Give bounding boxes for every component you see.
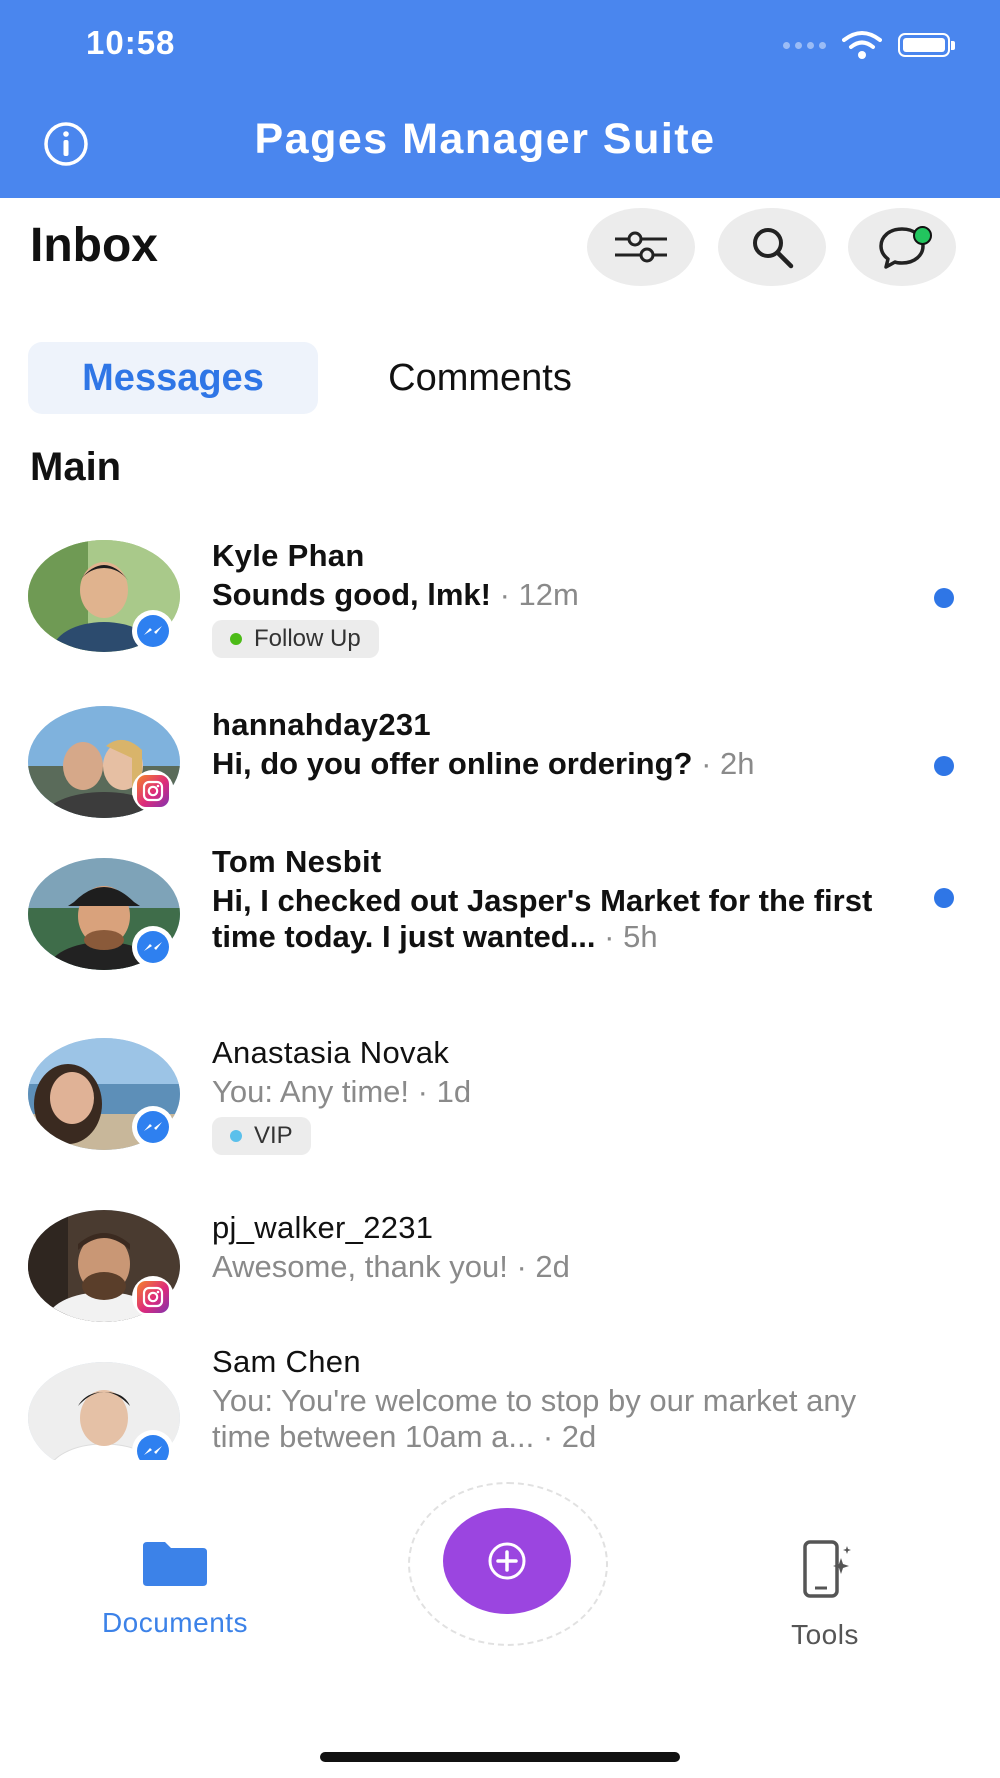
- messenger-badge: [132, 1106, 174, 1148]
- nav-tools-label: Tools: [791, 1619, 859, 1650]
- plus-icon: [488, 1542, 526, 1580]
- section-title: Main: [30, 445, 122, 489]
- messenger-icon: [144, 942, 162, 951]
- app-header: 10:58 Pages Manager Suite: [0, 0, 1000, 198]
- tab-comments[interactable]: Comments: [330, 342, 630, 414]
- status-time: 10:58: [86, 24, 176, 61]
- conversation-preview: You: You're welcome to stop by our marke…: [212, 1383, 857, 1454]
- unread-indicator: [934, 756, 954, 776]
- search-icon: [753, 228, 794, 269]
- conversation-list: Kyle Phan Sounds good, lmk! · 12m Follow…: [0, 520, 1000, 1460]
- instagram-badge: [132, 770, 174, 812]
- wifi-icon: [842, 31, 882, 59]
- search-button[interactable]: [718, 208, 826, 286]
- conversation-row[interactable]: hannahday231 Hi, do you offer online ord…: [0, 690, 1000, 840]
- messenger-icon: [144, 1122, 162, 1131]
- home-indicator: [320, 1752, 680, 1762]
- conversation-row[interactable]: Sam Chen You: You're welcome to stop by …: [0, 1340, 1000, 1460]
- tag-label: Follow Up: [254, 625, 361, 652]
- conversation-name: pj_walker_2231: [212, 1210, 434, 1245]
- bottom-navigation: Documents Tools: [0, 1460, 1000, 1778]
- nav-documents[interactable]: Documents: [80, 1540, 270, 1639]
- conversation-name: Tom Nesbit: [212, 844, 382, 879]
- instagram-icon: [142, 780, 164, 802]
- conversation-preview: Sounds good, lmk! · 12m: [212, 577, 579, 612]
- tag-color-dot: [230, 1130, 242, 1142]
- cellular-signal-icon: [783, 41, 826, 49]
- conversation-name: Kyle Phan: [212, 538, 365, 573]
- nav-documents-label: Documents: [101, 1607, 249, 1638]
- conversation-row[interactable]: Tom Nesbit Hi, I checked out Jasper's Ma…: [0, 840, 1000, 1010]
- conversation-row[interactable]: Anastasia Novak You: Any time! · 1d VIP: [0, 1010, 1000, 1190]
- conversation-preview: You: Any time! · 1d: [212, 1074, 472, 1109]
- label-tag[interactable]: VIP: [212, 1117, 311, 1155]
- status-icons: [783, 30, 955, 60]
- instagram-badge: [132, 1276, 174, 1318]
- messenger-icon: [144, 1446, 162, 1455]
- conversation-row[interactable]: pj_walker_2231 Awesome, thank you! · 2d: [0, 1190, 1000, 1340]
- unread-indicator: [934, 888, 954, 908]
- create-button[interactable]: [443, 1508, 571, 1614]
- tag-label: VIP: [254, 1122, 293, 1149]
- conversation-preview: Hi, I checked out Jasper's Market for th…: [212, 883, 873, 954]
- folder-icon: [143, 1542, 207, 1586]
- conversation-preview: Hi, do you offer online ordering? · 2h: [212, 746, 755, 781]
- conversation-name: hannahday231: [212, 707, 431, 742]
- filter-button[interactable]: [587, 208, 695, 286]
- unread-indicator: [934, 588, 954, 608]
- conversation-row[interactable]: Kyle Phan Sounds good, lmk! · 12m Follow…: [0, 520, 1000, 690]
- notification-dot: [913, 226, 932, 245]
- nav-tools[interactable]: Tools: [750, 1540, 900, 1651]
- filter-icon: [615, 231, 667, 263]
- tools-icon: [803, 1540, 851, 1598]
- tab-messages[interactable]: Messages: [28, 342, 318, 414]
- app-title: Pages Manager Suite: [254, 115, 716, 163]
- tag-color-dot: [230, 633, 242, 645]
- messenger-icon: [144, 626, 162, 635]
- instagram-icon: [142, 1286, 164, 1308]
- messenger-badge: [132, 610, 174, 652]
- label-tag[interactable]: Follow Up: [212, 620, 379, 658]
- conversation-preview: Awesome, thank you! · 2d: [212, 1249, 570, 1284]
- messenger-badge: [132, 926, 174, 968]
- conversation-name: Sam Chen: [212, 1344, 361, 1379]
- page-title: Inbox: [30, 219, 158, 272]
- conversation-name: Anastasia Novak: [212, 1035, 450, 1070]
- battery-icon: [898, 33, 955, 57]
- new-message-button[interactable]: [848, 208, 956, 286]
